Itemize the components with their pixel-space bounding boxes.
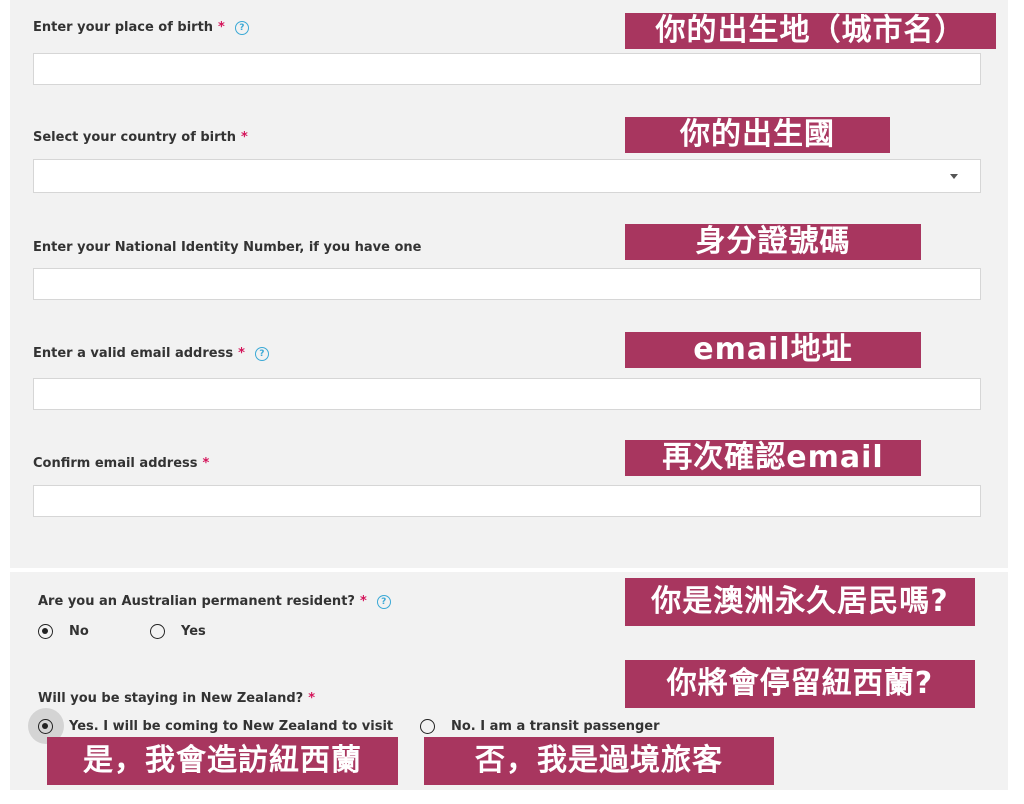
- radio-unselected-icon[interactable]: [420, 719, 435, 734]
- required-marker: *: [359, 594, 367, 609]
- annotation-national-id: 身分證號碼: [625, 224, 921, 260]
- annotation-place-of-birth: 你的出生地（城市名）: [625, 13, 996, 49]
- help-icon[interactable]: ?: [376, 594, 391, 609]
- annotation-staying-no: 否，我是過境旅客: [424, 737, 774, 785]
- annotation-confirm-email: 再次確認email: [625, 440, 921, 476]
- australian-pr-question: Are you an Australian permanent resident…: [38, 594, 391, 609]
- national-id-label-text: Enter your National Identity Number, if …: [33, 240, 422, 255]
- australian-pr-no-option[interactable]: No: [38, 624, 89, 639]
- help-icon[interactable]: ?: [254, 346, 269, 361]
- email-label-text: Enter a valid email address: [33, 346, 234, 361]
- required-marker: *: [218, 20, 225, 35]
- confirm-email-label: Confirm email address *: [33, 456, 209, 471]
- australian-pr-no-label: No: [69, 624, 89, 639]
- staying-nz-yes-option[interactable]: Yes. I will be coming to New Zealand to …: [38, 719, 393, 734]
- country-of-birth-label-text: Select your country of birth: [33, 130, 237, 145]
- required-marker: *: [202, 456, 210, 471]
- australian-pr-yes-option[interactable]: Yes: [150, 624, 206, 639]
- place-of-birth-label: Enter your place of birth * ?: [33, 20, 249, 35]
- staying-nz-yes-label: Yes. I will be coming to New Zealand to …: [69, 719, 394, 734]
- staying-nz-no-label: No. I am a transit passenger: [451, 719, 660, 734]
- australian-pr-yes-label: Yes: [181, 624, 206, 639]
- staying-nz-no-option[interactable]: No. I am a transit passenger: [420, 719, 660, 734]
- required-marker: *: [241, 130, 248, 145]
- national-id-label: Enter your National Identity Number, if …: [33, 240, 422, 255]
- annotation-staying-nz: 你將會停留紐西蘭?: [625, 660, 975, 708]
- staying-nz-question: Will you be staying in New Zealand? *: [38, 691, 315, 706]
- required-marker: *: [308, 691, 316, 706]
- email-input[interactable]: [33, 378, 981, 410]
- help-icon[interactable]: ?: [234, 20, 249, 35]
- email-label: Enter a valid email address * ?: [33, 346, 269, 361]
- required-marker: *: [238, 346, 245, 361]
- radio-selected-icon[interactable]: [38, 719, 53, 734]
- place-of-birth-label-text: Enter your place of birth: [33, 20, 214, 35]
- annotation-country-of-birth: 你的出生國: [625, 117, 890, 153]
- annotation-staying-yes: 是，我會造訪紐西蘭: [47, 737, 398, 785]
- australian-pr-question-text: Are you an Australian permanent resident…: [38, 594, 355, 609]
- country-of-birth-select[interactable]: [33, 159, 981, 193]
- country-of-birth-label: Select your country of birth *: [33, 130, 248, 145]
- national-id-input[interactable]: [33, 268, 981, 300]
- confirm-email-input[interactable]: [33, 485, 981, 517]
- staying-nz-question-text: Will you be staying in New Zealand?: [38, 691, 304, 706]
- annotation-email: email地址: [625, 332, 921, 368]
- annotation-australian-pr: 你是澳洲永久居民嗎?: [625, 578, 975, 626]
- place-of-birth-input[interactable]: [33, 53, 981, 85]
- confirm-email-label-text: Confirm email address: [33, 456, 198, 471]
- chevron-down-icon[interactable]: [950, 174, 958, 179]
- radio-unselected-icon[interactable]: [150, 624, 165, 639]
- radio-selected-icon[interactable]: [38, 624, 53, 639]
